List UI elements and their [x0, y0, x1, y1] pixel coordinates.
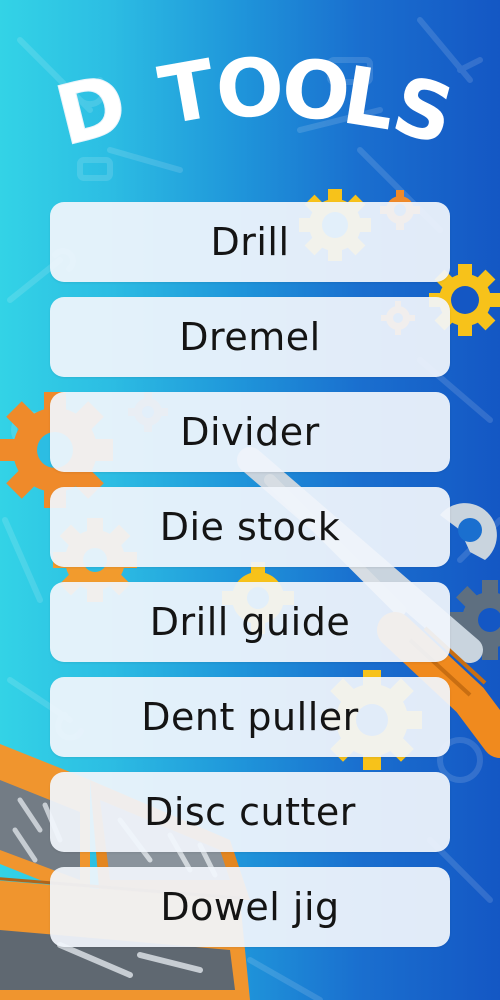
- tool-item-drill-guide[interactable]: Drill guide: [50, 582, 450, 662]
- tool-label: Dowel jig: [160, 885, 340, 929]
- tool-item-disc-cutter[interactable]: Disc cutter: [50, 772, 450, 852]
- tool-item-drill[interactable]: Drill: [50, 202, 450, 282]
- tool-label: Drill guide: [149, 600, 351, 644]
- tool-item-die-stock[interactable]: Die stock: [50, 487, 450, 567]
- page-title: D T O O L S: [47, 40, 464, 165]
- title-letter: O: [214, 40, 287, 136]
- tool-label: Disc cutter: [144, 790, 356, 834]
- tool-list: Drill Dremel Divider Die stock Drill gui…: [50, 202, 450, 962]
- tool-label: Divider: [180, 410, 320, 454]
- tool-label: Dent puller: [141, 695, 359, 739]
- title-letter: T: [153, 42, 223, 143]
- tool-item-dent-puller[interactable]: Dent puller: [50, 677, 450, 757]
- tool-item-divider[interactable]: Divider: [50, 392, 450, 472]
- tool-label: Drill: [210, 220, 290, 264]
- tool-item-dowel-jig[interactable]: Dowel jig: [50, 867, 450, 947]
- tool-label: Dremel: [179, 315, 321, 359]
- tool-item-dremel[interactable]: Dremel: [50, 297, 450, 377]
- poster: D T O O L S Drill Dremel Divider Die sto…: [0, 0, 500, 1000]
- tool-label: Die stock: [159, 505, 341, 549]
- title-letter: D: [47, 56, 136, 165]
